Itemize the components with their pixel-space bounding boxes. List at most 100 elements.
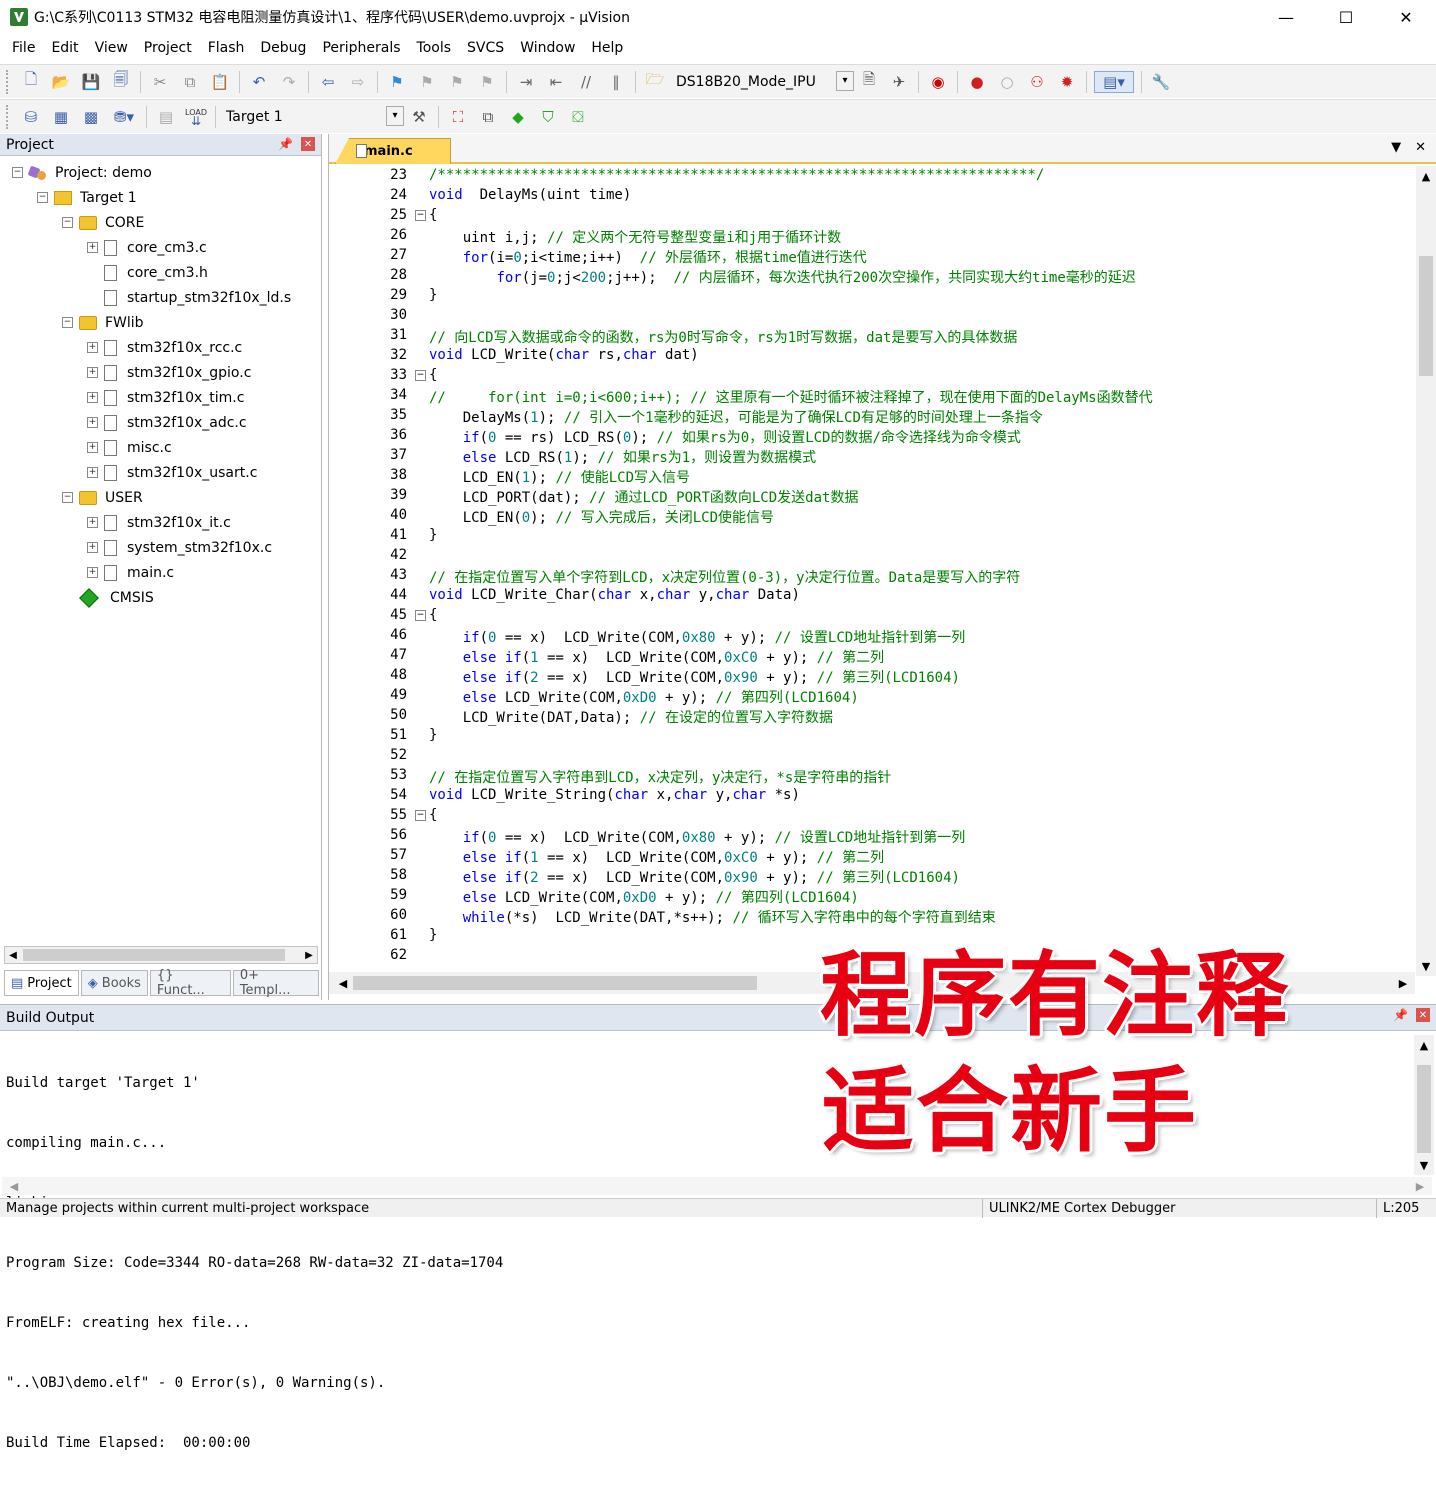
build-output-text[interactable]: Build target 'Target 1' compiling main.c…	[6, 1033, 503, 1493]
tree-file[interactable]: + system_stm32f10x.c	[0, 535, 320, 560]
menu-flash[interactable]: Flash	[200, 40, 253, 56]
build-horizontal-scrollbar[interactable]: ◀ ▶	[2, 1177, 1432, 1195]
toolbar-grip[interactable]	[6, 69, 10, 94]
next-bookmark-icon[interactable]: ⚑	[445, 71, 469, 93]
tab-templates[interactable]: 0+ Templ...	[232, 968, 319, 998]
scroll-left-icon[interactable]: ◀	[6, 1177, 22, 1195]
fold-toggle-icon[interactable]: −	[415, 610, 426, 621]
tab-main-c[interactable]: main.c	[335, 138, 451, 164]
menu-debug[interactable]: Debug	[252, 40, 314, 56]
cut-icon[interactable]: ✂	[148, 71, 172, 93]
build-vertical-scrollbar[interactable]: ▲ ▼	[1414, 1035, 1434, 1175]
find-in-files-icon[interactable]: 🗁	[643, 70, 667, 93]
tree-file[interactable]: + stm32f10x_usart.c	[0, 460, 320, 485]
manage-components-icon[interactable]: ⛶	[446, 106, 470, 128]
expand-icon[interactable]: +	[87, 342, 98, 353]
tab-functions[interactable]: {} Funct...	[149, 968, 231, 998]
scroll-right-icon[interactable]: ▶	[301, 947, 317, 963]
build-icon[interactable]: ▦	[49, 106, 73, 128]
navigate-back-icon[interactable]: ⇦	[316, 71, 340, 93]
select-software-packs-icon[interactable]: ⛉	[536, 106, 560, 128]
tree-file[interactable]: + stm32f10x_gpio.c	[0, 360, 320, 385]
scroll-up-icon[interactable]: ▲	[1416, 168, 1436, 184]
chevron-down-icon[interactable]: ▾	[386, 105, 404, 126]
bookmark-icon[interactable]: ⚑	[385, 71, 409, 93]
target-select[interactable]: Target 1 ▾	[220, 105, 404, 128]
scrollbar-thumb[interactable]	[1419, 256, 1433, 376]
translate-icon[interactable]: ⛁	[19, 106, 43, 128]
scroll-down-icon[interactable]: ▼	[1414, 1157, 1434, 1173]
collapse-icon[interactable]: −	[62, 317, 73, 328]
menu-tools[interactable]: Tools	[409, 40, 460, 56]
insert-breakpoint-icon[interactable]: ●	[965, 71, 989, 93]
rebuild-icon[interactable]: ▩	[79, 106, 103, 128]
menu-peripherals[interactable]: Peripherals	[314, 40, 408, 56]
scrollbar-thumb[interactable]	[23, 949, 285, 961]
tree-group-user[interactable]: − USER	[0, 485, 320, 510]
tree-file[interactable]: + stm32f10x_it.c	[0, 510, 320, 535]
incremental-find-icon[interactable]: ✈	[887, 71, 911, 93]
kill-all-breakpoints-icon[interactable]: ✹	[1055, 71, 1079, 93]
fold-toggle-icon[interactable]: −	[415, 370, 426, 381]
editor-vertical-scrollbar[interactable]: ▲ ▼	[1416, 166, 1436, 976]
navigate-forward-icon[interactable]: ⇨	[346, 71, 370, 93]
pin-icon[interactable]: 📌	[278, 137, 293, 151]
tree-file[interactable]: + core_cm3.c	[0, 235, 320, 260]
comment-icon[interactable]: //	[574, 71, 598, 93]
scroll-right-icon[interactable]: ▶	[1412, 1177, 1428, 1195]
save-all-icon[interactable]: 🗐	[109, 70, 133, 93]
debug-session-icon[interactable]: ◉	[926, 71, 950, 93]
tree-cmsis[interactable]: CMSIS	[0, 585, 320, 610]
expand-icon[interactable]: +	[87, 417, 98, 428]
collapse-icon[interactable]: −	[62, 492, 73, 503]
file-extensions-icon[interactable]: ⧉	[476, 106, 500, 128]
close-button[interactable]: ✕	[1376, 0, 1436, 34]
new-file-icon[interactable]: 🗋	[19, 70, 43, 93]
expand-icon[interactable]: +	[87, 567, 98, 578]
expand-icon[interactable]: +	[87, 442, 98, 453]
pack-installer-icon[interactable]: ◆	[506, 106, 530, 128]
menu-view[interactable]: View	[87, 40, 136, 56]
menu-project[interactable]: Project	[136, 40, 200, 56]
expand-icon[interactable]: +	[87, 517, 98, 528]
stop-build-icon[interactable]: ▤	[154, 106, 178, 128]
menu-edit[interactable]: Edit	[43, 40, 86, 56]
scroll-down-icon[interactable]: ▼	[1416, 958, 1436, 974]
open-folder-icon[interactable]: 📂	[49, 71, 73, 93]
load-download-icon[interactable]: LOAD ⇊	[184, 106, 208, 128]
minimize-button[interactable]: —	[1256, 0, 1316, 34]
tab-list-dropdown-icon[interactable]: ▼	[1391, 140, 1401, 155]
collapse-icon[interactable]: −	[62, 217, 73, 228]
prev-bookmark-icon[interactable]: ⚑	[415, 71, 439, 93]
collapse-icon[interactable]: −	[12, 167, 23, 178]
code-text-area[interactable]: 23 /*************************************…	[329, 166, 1413, 966]
tree-root[interactable]: − Project: demo	[0, 160, 320, 185]
fold-toggle-icon[interactable]: −	[415, 210, 426, 221]
window-layout-icon[interactable]: ▤▾	[1094, 70, 1134, 93]
chevron-down-icon[interactable]: ▾	[836, 70, 854, 91]
menu-file[interactable]: File	[4, 40, 43, 56]
expand-icon[interactable]: +	[87, 392, 98, 403]
tab-books[interactable]: ◈ Books	[80, 970, 148, 996]
tree-target[interactable]: − Target 1	[0, 185, 320, 210]
unindent-icon[interactable]: ⇤	[544, 71, 568, 93]
expand-icon[interactable]: +	[87, 467, 98, 478]
collapse-icon[interactable]: −	[37, 192, 48, 203]
scroll-left-icon[interactable]: ◀	[335, 974, 351, 992]
find-icon[interactable]: 🗎	[857, 70, 881, 93]
undo-icon[interactable]: ↶	[247, 71, 271, 93]
run-time-environment-icon[interactable]: ⛋	[566, 106, 590, 128]
menu-help[interactable]: Help	[583, 40, 631, 56]
scroll-up-icon[interactable]: ▲	[1414, 1037, 1434, 1053]
disable-all-breakpoints-icon[interactable]: ⚇	[1025, 71, 1049, 93]
fold-toggle-icon[interactable]: −	[415, 810, 426, 821]
configure-icon[interactable]: 🔧	[1149, 71, 1173, 93]
uncomment-icon[interactable]: ∥	[604, 71, 628, 93]
copy-icon[interactable]: ⧉	[178, 71, 202, 93]
target-options-icon[interactable]: ⚒	[407, 106, 431, 128]
toolbar-grip[interactable]	[6, 104, 10, 129]
scroll-left-icon[interactable]: ◀	[5, 947, 21, 963]
find-combo[interactable]: DS18B20_Mode_IPU ▾	[670, 70, 854, 93]
tree-file[interactable]: + stm32f10x_tim.c	[0, 385, 320, 410]
tree-group-fwlib[interactable]: − FWlib	[0, 310, 320, 335]
